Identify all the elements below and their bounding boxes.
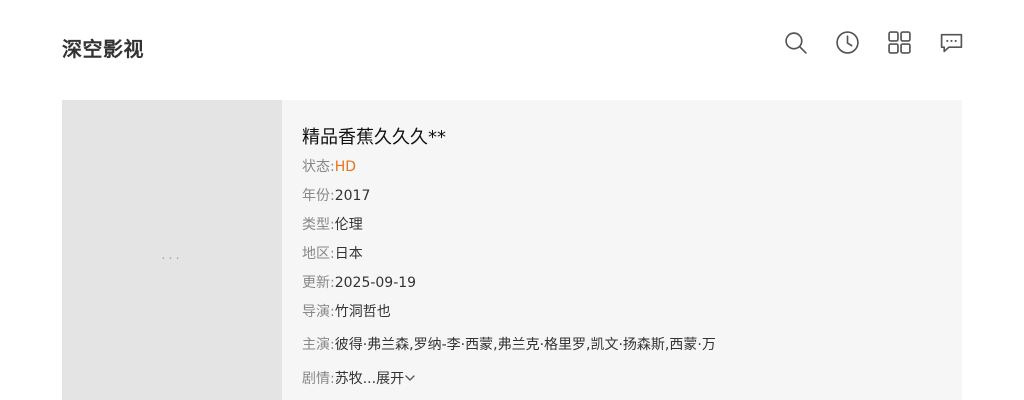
expand-plot-button[interactable]: 展开 [376, 371, 416, 387]
poster-image[interactable]: ··· [62, 100, 282, 400]
info-row-region: 地区:日本 [302, 244, 363, 264]
info-row-genre: 类型:伦理 [302, 215, 363, 235]
video-title: 精品香蕉久久久** [302, 127, 446, 148]
director-value[interactable]: 竹洞哲也 [335, 304, 391, 320]
info-label: 状态: [302, 159, 335, 175]
message-icon[interactable] [939, 30, 964, 55]
info-row-status: 状态:HD [302, 157, 356, 177]
header-nav [783, 30, 964, 55]
info-label: 主演: [302, 337, 335, 353]
info-label: 类型: [302, 217, 335, 233]
info-row-director: 导演:竹洞哲也 [302, 302, 391, 322]
video-detail-card: ··· 精品香蕉久久久** 状态:HD 年份:2017 类型:伦理 地区:日本 … [62, 100, 962, 400]
year-value: 2017 [334, 188, 371, 204]
site-logo[interactable]: 深空影视 [62, 33, 144, 62]
info-row-cast: 主演:彼得·弗兰森,罗纳-李·西蒙,弗兰克·格里罗,凯文·扬森斯,西蒙·万 [302, 335, 716, 355]
cast-value[interactable]: 彼得·弗兰森,罗纳-李·西蒙,弗兰克·格里罗,凯文·扬森斯,西蒙·万 [335, 337, 716, 353]
info-row-year: 年份:2017 [302, 186, 370, 206]
site-header: 深空影视 [0, 0, 1024, 90]
chevron-down-icon [405, 375, 415, 381]
grid-apps-icon[interactable] [887, 30, 912, 55]
info-label: 更新: [302, 275, 335, 291]
info-label: 年份: [302, 188, 335, 204]
search-icon[interactable] [783, 30, 808, 55]
info-label: 导演: [302, 304, 335, 320]
info-row-plot: 剧情:苏牧...展开 [302, 369, 416, 389]
updated-value: 2025-09-19 [334, 275, 417, 291]
plot-value: 苏牧... [334, 371, 377, 387]
status-value: HD [334, 159, 357, 175]
region-value: 日本 [334, 246, 363, 262]
expand-label: 展开 [376, 371, 405, 387]
info-row-updated: 更新:2025-09-19 [302, 273, 416, 293]
genre-value[interactable]: 伦理 [335, 217, 363, 233]
info-label: 地区: [302, 246, 335, 262]
history-clock-icon[interactable] [835, 30, 860, 55]
poster-loading-dots: ··· [161, 252, 183, 267]
info-label: 剧情: [302, 371, 335, 387]
